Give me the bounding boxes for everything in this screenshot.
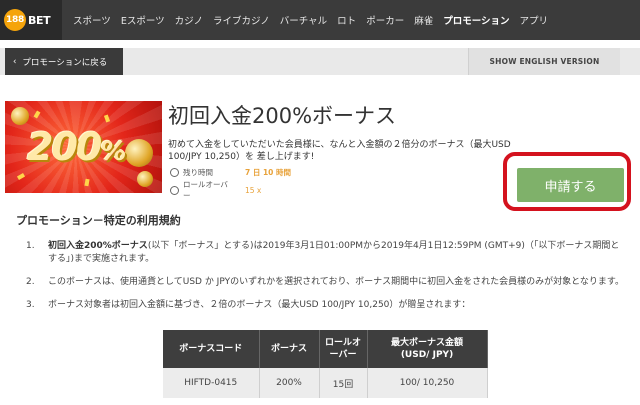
show-english-version-button[interactable]: SHOW ENGLISH VERSION (468, 48, 620, 75)
term-number: 2. (26, 277, 35, 287)
nav-menu: スポーツ Eスポーツ カジノ ライブカジノ バーチャル ロト ポーカー 麻雀 プロモーション アプ… (68, 0, 553, 40)
gold-ball-icon (137, 171, 153, 187)
logo-text: BET (28, 13, 51, 27)
term-number: 1. (26, 241, 35, 251)
rollover-icon (170, 185, 179, 195)
term-number: 3. (26, 300, 35, 310)
terms-heading: プロモーション－特定の利用規約 (16, 214, 181, 227)
term-body-text: ボーナス対象者は初回入金額に基づき、２倍のボーナス（最大USD 100/JPY … (48, 300, 471, 310)
promo-description: 初めて入金をしていただいた会員様に、なんと入金額の２倍分のボーナス（最大USD … (168, 140, 511, 162)
term-item: 3. ボーナス対象者は初回入金額に基づき、２倍のボーナス（最大USD 100/JP… (26, 299, 626, 312)
table-body: HIFTD-0415 200% 15回 100/ 10,250 (163, 368, 488, 398)
logo[interactable]: 188 BET (0, 0, 62, 40)
term-text: ボーナス対象者は初回入金額に基づき、２倍のボーナス（最大USD 100/JPY … (48, 299, 626, 312)
table-header-cell: 最大ボーナス金額 (USD/ JPY) (367, 330, 488, 368)
promo-banner-image: 200% (5, 101, 162, 193)
back-button-label: プロモーションに戻る (22, 57, 108, 68)
term-bold-text: 初回入金200%ボーナス (48, 241, 148, 251)
table-cell: 100/ 10,250 (367, 368, 488, 398)
clock-icon (170, 168, 179, 177)
nav-item-4[interactable]: バーチャル (275, 13, 332, 27)
nav-item-7[interactable]: 麻雀 (409, 13, 438, 27)
remaining-time-value: 7 日 10 時間 (245, 168, 291, 177)
promotion-toolbar: ‹ プロモーションに戻る SHOW ENGLISH VERSION (0, 48, 640, 75)
table-row: HIFTD-0415 200% 15回 100/ 10,250 (163, 368, 488, 398)
term-item: 2. このボーナスは、使用通貨としてUSD か JPYのいずれかを選択されており、… (26, 276, 626, 289)
rollover-row: ロールオーバー 15 x (170, 179, 261, 201)
gold-ball-icon (11, 107, 29, 125)
nav-item-0[interactable]: スポーツ (68, 13, 116, 27)
rollover-label: ロールオーバー (183, 180, 228, 200)
nav-item-9[interactable]: アプリ (515, 13, 554, 27)
bonus-table: ボーナスコード ボーナス ロールオーバー 最大ボーナス金額 (USD/ JPY) HI… (163, 330, 488, 398)
table-header-cell: ボーナスコード (163, 330, 260, 368)
banner-percent: % (100, 137, 126, 167)
back-to-promotions-button[interactable]: ‹ プロモーションに戻る (5, 48, 123, 75)
logo-number: 188 (6, 15, 24, 25)
term-body-text: このボーナスは、使用通貨としてUSD か JPYのいずれかを選択されており、ボー… (48, 277, 624, 287)
rollover-value: 15 x (245, 185, 262, 195)
gold-ball-icon (125, 139, 153, 167)
nav-item-3[interactable]: ライブカジノ (208, 13, 275, 27)
remaining-time-label: 残り時間 (183, 168, 213, 177)
nav-item-6[interactable]: ポーカー (361, 13, 409, 27)
nav-item-2[interactable]: カジノ (170, 13, 208, 27)
table-cell: HIFTD-0415 (163, 368, 260, 398)
logo-badge-icon: 188 (4, 9, 26, 31)
nav-item-5[interactable]: ロト (332, 13, 361, 27)
table-header-cell: ボーナス (259, 330, 320, 368)
term-text: 初回入金200%ボーナス(以下「ボーナス」とする)は2019年3月1日01:00… (48, 240, 626, 266)
term-item: 1. 初回入金200%ボーナス(以下「ボーナス」とする)は2019年3月1日01:… (26, 240, 626, 266)
banner-200-text: 200% (27, 125, 126, 169)
nav-item-1[interactable]: Eスポーツ (116, 13, 170, 27)
nav-item-8[interactable]: プロモーション (438, 13, 514, 27)
banner-number: 200 (27, 125, 102, 169)
promo-title: 初回入金200%ボーナス (168, 104, 397, 128)
table-header-cell: ロールオーバー (319, 330, 368, 368)
chevron-left-icon: ‹ (13, 56, 17, 67)
table-header-row: ボーナスコード ボーナス ロールオーバー 最大ボーナス金額 (USD/ JPY) (163, 330, 488, 368)
table-cell: 200% (259, 368, 320, 398)
apply-button[interactable]: 申請する (517, 168, 624, 202)
remaining-time-row: 残り時間 7 日 10 時間 (170, 167, 291, 178)
table-cell: 15回 (319, 368, 368, 398)
terms-list: 1. 初回入金200%ボーナス(以下「ボーナス」とする)は2019年3月1日01:… (26, 240, 626, 322)
term-text: このボーナスは、使用通貨としてUSD か JPYのいずれかを選択されており、ボー… (48, 276, 626, 289)
top-nav: 188 BET スポーツ Eスポーツ カジノ ライブカジノ バーチャル ロト ポーカー 麻雀プ… (0, 0, 640, 40)
